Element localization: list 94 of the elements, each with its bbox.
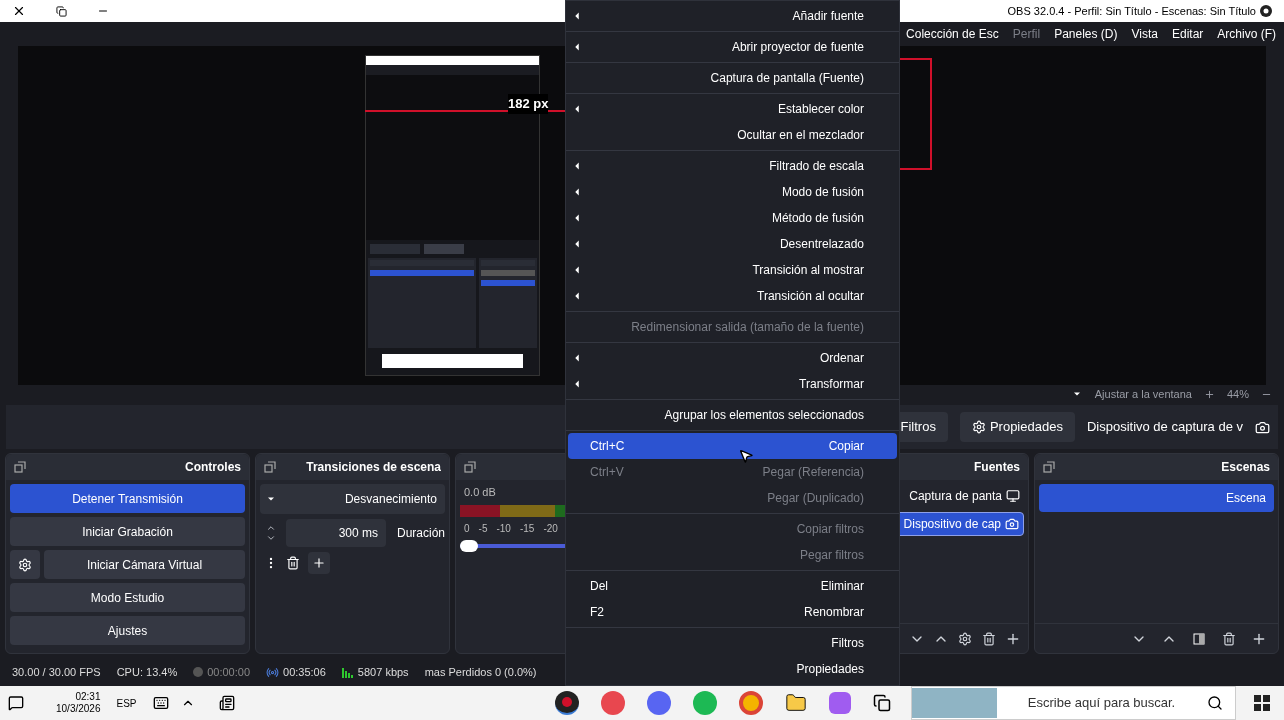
menu-item[interactable]: Transición al ocultar	[568, 283, 897, 309]
scene-item[interactable]: Escena	[1039, 484, 1274, 512]
undock-icon[interactable]	[464, 461, 476, 473]
stream-time: 00:35:06	[283, 664, 326, 680]
app-logo-icon	[1260, 5, 1272, 17]
menu-item[interactable]: Abrir proyector de fuente	[568, 34, 897, 60]
undock-icon[interactable]	[14, 461, 26, 473]
task-view-icon[interactable]	[872, 694, 891, 712]
meter-tick-label: -10	[496, 521, 511, 536]
keyboard-icon[interactable]	[152, 695, 169, 711]
zoom-in-icon[interactable]	[1203, 388, 1215, 400]
menu-item[interactable]: Filtros	[568, 630, 897, 656]
shortcut: F2	[590, 604, 604, 621]
record-indicator-icon	[193, 667, 204, 677]
news-icon[interactable]	[218, 695, 235, 711]
close-icon[interactable]	[12, 4, 26, 18]
menu-bar-item[interactable]: Vista	[1131, 25, 1158, 43]
clock-date: 10/3/2026	[56, 703, 101, 716]
monitor-icon	[1006, 489, 1020, 503]
undock-icon[interactable]	[1043, 461, 1055, 473]
menu-bar-item[interactable]: Paneles (D)	[1054, 25, 1118, 43]
bitrate-status: 5807 kbps	[357, 664, 409, 680]
notification-icon[interactable]	[8, 695, 24, 711]
clock-time: 02:31	[75, 690, 101, 703]
menu-item[interactable]: Ctrl+C Copiar	[568, 433, 897, 459]
search-icon	[1206, 695, 1223, 711]
settings-button[interactable]	[10, 550, 40, 579]
menu-item[interactable]: Establecer color	[568, 96, 897, 122]
toolbar-button[interactable]: Propiedades	[959, 412, 1075, 442]
menu-item[interactable]: Transición al mostrar	[568, 257, 897, 283]
app-icon[interactable]	[554, 691, 579, 715]
measure-label: 182 px	[508, 94, 549, 114]
restore-icon[interactable]	[56, 5, 67, 17]
panel-title: Escenas	[1221, 459, 1270, 476]
search-field[interactable]: Escribe aquí para buscar.	[910, 686, 1236, 720]
increment-icon[interactable]	[266, 523, 276, 533]
menu-item[interactable]: Modo de fusión	[568, 179, 897, 205]
duration-label: Duración	[395, 525, 445, 542]
fps-status: 30.00 / 30.00 FPS	[12, 664, 101, 680]
gear-icon	[971, 420, 986, 434]
menu-bar-item[interactable]: Editar	[1171, 25, 1204, 43]
menu-bar-item[interactable]: Archivo (F)	[1217, 25, 1276, 43]
panel-title: Controles	[185, 459, 241, 476]
control-button[interactable]: Modo Estudio	[10, 583, 245, 612]
decrement-icon[interactable]	[266, 533, 276, 543]
dropped-frames-status: mas Perdidos 0 (0.0%)	[424, 664, 537, 680]
selected-source-name: Dispositivo de captura de v	[1086, 418, 1243, 437]
menu-item[interactable]: Desentrelazado	[568, 231, 897, 257]
language-indicator[interactable]: ESP	[116, 695, 137, 711]
menu-item[interactable]: Propiedades	[568, 656, 897, 682]
folder-icon[interactable]	[784, 692, 807, 714]
menu-item[interactable]: Ocultar en el mezclador	[568, 122, 897, 148]
fit-window-option[interactable]: Ajustar a la ventana	[1094, 385, 1192, 403]
menu-item[interactable]: Agrupar los elementos seleccionados	[568, 402, 897, 428]
shortcut: Ctrl+C	[590, 438, 625, 455]
record-time: 00:00:00	[207, 664, 251, 680]
add-button[interactable]	[308, 552, 330, 574]
menu-item[interactable]: Método de fusión	[568, 205, 897, 231]
shortcut: Del	[590, 578, 608, 595]
menu-item[interactable]: Añadir fuente	[568, 3, 897, 29]
shortcut: Ctrl+V	[590, 464, 624, 481]
zoom-level: 44%	[1226, 386, 1249, 402]
gear-icon	[18, 557, 32, 572]
volume-handle[interactable]	[460, 539, 478, 552]
plus-icon	[312, 556, 326, 570]
start-logo-icon[interactable]	[1253, 695, 1270, 711]
menu-bar-item[interactable]: Colección de Esc	[906, 25, 999, 43]
panel-title: Fuentes	[974, 459, 1020, 476]
menu-item[interactable]: Del Eliminar	[568, 573, 897, 599]
menu-item[interactable]: Ordenar	[568, 345, 897, 371]
menu-item[interactable]: Captura de pantalla (Fuente)	[568, 65, 897, 91]
menu-item[interactable]: Filtrado de escala	[568, 153, 897, 179]
meter-tick-label: 0	[464, 521, 470, 536]
menu-item[interactable]: Transformar	[568, 371, 897, 397]
undock-icon[interactable]	[264, 461, 276, 473]
menu-item[interactable]: F2 Renombrar	[568, 599, 897, 625]
meter-tick-label: -15	[519, 521, 535, 536]
meter-tick-label: -5	[478, 521, 488, 536]
broadcast-icon	[266, 665, 280, 679]
cpu-status: CPU: 13.4%	[116, 664, 178, 680]
duration-field[interactable]: 300 ms	[286, 519, 386, 547]
control-button[interactable]: Iniciar Grabación	[10, 517, 245, 546]
control-button[interactable]: Detener Transmisión	[10, 484, 245, 513]
signal-bars-icon	[341, 666, 354, 678]
mouse-cursor-icon	[738, 448, 754, 464]
camera-icon	[1005, 517, 1019, 531]
meter-tick-label: -20	[543, 521, 558, 536]
camera-icon	[1255, 419, 1270, 435]
control-button[interactable]: Iniciar Cámara Virtual	[44, 550, 245, 579]
panel-title: Transiciones de escena	[306, 459, 441, 476]
volume-reading: 0.0 dB	[463, 485, 496, 500]
window-title: OBS 32.0.4 - Perfil: Sin Título - Escenas: Sin Título	[1007, 3, 1256, 19]
control-button[interactable]: Ajustes	[10, 616, 245, 645]
delete-icon[interactable]	[286, 556, 300, 570]
